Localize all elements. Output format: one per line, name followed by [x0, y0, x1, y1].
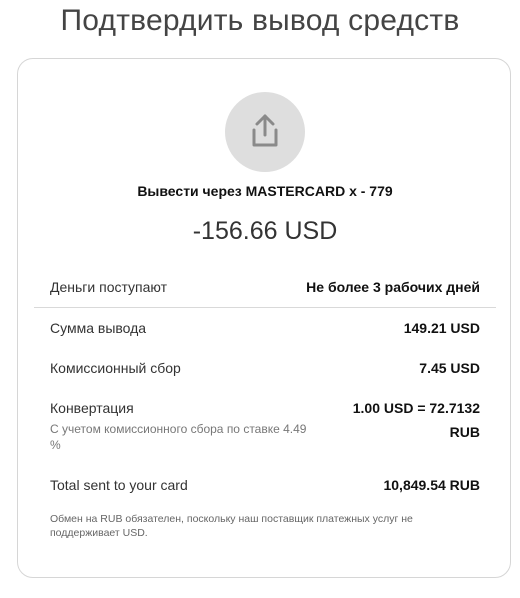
divider	[34, 307, 496, 308]
fee-label: Комиссионный сбор	[50, 360, 181, 376]
total-label: Total sent to your card	[50, 477, 188, 493]
withdrawal-amount: -156.66 USD	[192, 217, 338, 245]
footnote: Обмен на RUB обязателен, поскольку наш п…	[50, 513, 413, 539]
sum-value: 149.21 USD	[403, 320, 480, 336]
conversion-label: Конвертация	[50, 400, 134, 416]
conversion-value: 1.00 USD = 72.7132 RUB	[352, 400, 480, 440]
arrival-value: Не более 3 рабочих дней	[306, 279, 480, 295]
withdrawal-summary-card: Вывести через MASTERCARD x - 779 -156.66…	[17, 58, 511, 578]
sum-label: Сумма вывода	[50, 320, 147, 336]
share-upload-icon	[252, 114, 278, 147]
arrival-label: Деньги поступают	[50, 279, 168, 295]
conversion-note: С учетом комиссионного сбора по ставке 4…	[50, 422, 307, 452]
page-title: Подтвердить вывод средств	[60, 4, 460, 37]
fee-value: 7.45 USD	[419, 360, 480, 376]
conversion-row: Конвертация С учетом комиссионного сбора…	[50, 400, 480, 460]
icon-circle	[225, 92, 305, 172]
total-value: 10,849.54 RUB	[383, 477, 480, 493]
withdrawal-method: Вывести через MASTERCARD x - 779	[137, 183, 393, 199]
